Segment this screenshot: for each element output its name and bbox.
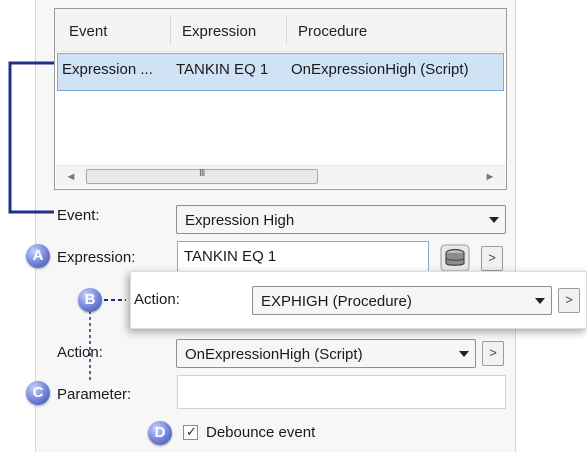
event-dropdown-value: Expression High	[185, 212, 295, 229]
callout-action-dropdown[interactable]: EXPHIGH (Procedure)	[252, 286, 552, 315]
badge-d: D	[148, 421, 172, 445]
callout-action-label: Action:	[134, 291, 180, 308]
checkmark-icon: ✓	[186, 424, 197, 439]
chevron-down-icon	[535, 298, 545, 304]
row-procedure-cell: OnExpressionHigh (Script)	[291, 61, 469, 78]
list-header: Event Expression Procedure	[55, 9, 506, 52]
expression-builder-button[interactable]	[440, 244, 470, 272]
scroll-thumb[interactable]: III	[86, 168, 318, 184]
column-header-procedure[interactable]: Procedure	[298, 23, 367, 40]
horizontal-scrollbar[interactable]: ◄ III ►	[56, 165, 505, 188]
scroll-right-icon[interactable]: ►	[483, 170, 497, 184]
event-dropdown[interactable]: Expression High	[176, 205, 506, 234]
scroll-left-icon[interactable]: ◄	[64, 170, 78, 184]
action-more-button[interactable]: >	[482, 341, 504, 366]
column-header-expression[interactable]: Expression	[182, 23, 256, 40]
debounce-label[interactable]: Debounce event	[206, 424, 315, 441]
expression-label: Expression:	[57, 249, 136, 266]
badge-c: C	[26, 381, 50, 405]
callout-action-value: EXPHIGH (Procedure)	[261, 293, 412, 310]
parameter-input[interactable]	[177, 375, 506, 409]
badge-b: B	[78, 288, 102, 312]
action-dropdown-value: OnExpressionHigh (Script)	[185, 346, 363, 363]
debounce-checkbox[interactable]: ✓	[183, 424, 198, 440]
database-icon	[440, 244, 470, 272]
parameter-label: Parameter:	[57, 386, 132, 403]
action-dropdown[interactable]: OnExpressionHigh (Script)	[176, 339, 476, 368]
column-separator[interactable]	[170, 15, 171, 45]
event-label: Event:	[57, 207, 100, 224]
chevron-down-icon	[489, 217, 499, 223]
callout-more-button[interactable]: >	[558, 288, 580, 313]
row-expression-cell: TANKIN EQ 1	[176, 61, 269, 78]
row-event-cell: Expression ...	[62, 61, 153, 78]
events-list[interactable]: Event Expression Procedure Expression ..…	[54, 8, 507, 190]
expression-input[interactable]: TANKIN EQ 1	[177, 241, 429, 273]
badge-a: A	[26, 244, 50, 268]
action-label: Action:	[57, 344, 103, 361]
grip-icon: III	[199, 168, 205, 179]
action-callout: Action: EXPHIGH (Procedure) >	[130, 271, 587, 329]
column-header-event[interactable]: Event	[69, 23, 107, 40]
expression-more-button[interactable]: >	[481, 246, 503, 271]
column-separator[interactable]	[286, 15, 287, 45]
chevron-down-icon	[459, 351, 469, 357]
expression-input-value: TANKIN EQ 1	[184, 248, 277, 265]
